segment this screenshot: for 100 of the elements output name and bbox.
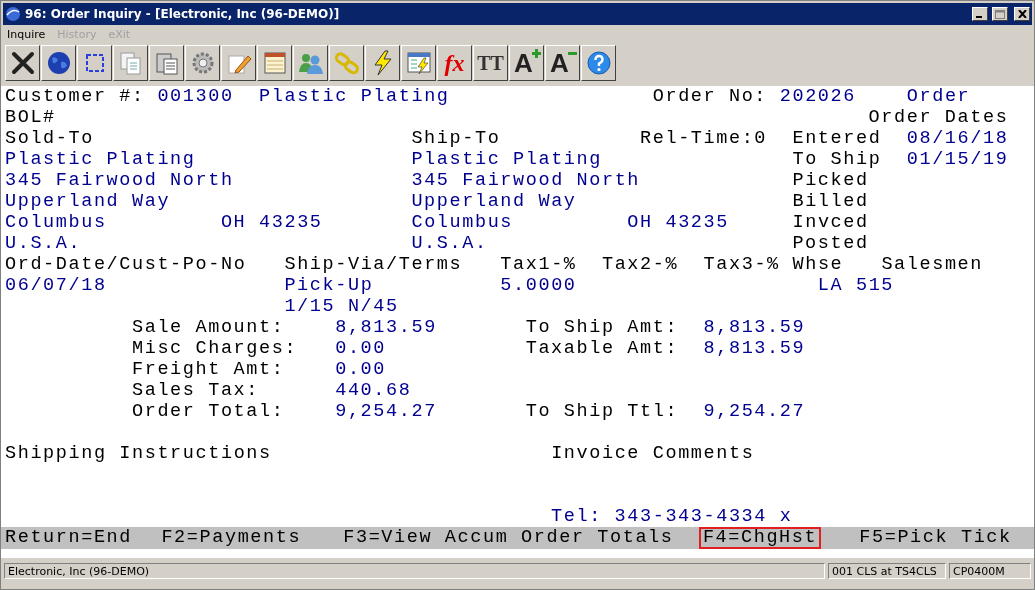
field-value: Plastic Plating bbox=[5, 149, 196, 170]
field-value: Plastic Plating bbox=[411, 149, 602, 170]
function-key[interactable]: F4=ChgHst bbox=[698, 527, 822, 549]
globe-icon bbox=[45, 50, 72, 76]
field-label: To Ship bbox=[792, 149, 882, 170]
toolbar-button[interactable] bbox=[5, 45, 40, 81]
toolbar-button[interactable] bbox=[221, 45, 256, 81]
field-label: Sales Tax: bbox=[132, 380, 260, 401]
field-value: Upperland Way bbox=[5, 191, 171, 212]
field-value: 5.0000 bbox=[500, 275, 577, 296]
maximize-button[interactable] bbox=[992, 7, 1008, 21]
function-key[interactable]: F5=Pick Tick bbox=[855, 527, 1016, 549]
maximize-icon bbox=[995, 9, 1005, 19]
window-title: 96: Order Inquiry - [Electronic, Inc (96-DEMO)] bbox=[25, 7, 341, 21]
field-value: 08/16/18 bbox=[906, 128, 1009, 149]
status-panel: Electronic, Inc (96-DEMO) bbox=[4, 563, 825, 579]
font-icon: TT bbox=[477, 53, 504, 73]
field-value: 8,813.59 bbox=[703, 338, 806, 359]
field-value: LA 515 bbox=[817, 275, 895, 296]
field-label: Order Dates bbox=[868, 107, 1009, 128]
field-value: Columbus bbox=[411, 212, 514, 233]
field-label: Ship-To bbox=[411, 128, 501, 149]
field-value: 0.00 bbox=[335, 359, 387, 380]
field-value: Plastic Plating bbox=[259, 86, 450, 107]
field-label: BOL# bbox=[5, 107, 56, 128]
field-label: Taxable Amt: bbox=[525, 338, 679, 359]
field-label: Billed bbox=[792, 191, 869, 212]
selection-icon bbox=[83, 52, 106, 74]
status-panel: 001 CLS at TS4CLS bbox=[828, 563, 946, 579]
field-label: Rel-Time:0 bbox=[640, 128, 768, 149]
field-value: Pick-Up bbox=[284, 275, 374, 296]
field-value: 9,254.27 bbox=[335, 401, 437, 422]
field-label: Sold-To bbox=[5, 128, 94, 149]
field-value: 9,254.27 bbox=[703, 401, 806, 422]
help-icon bbox=[585, 50, 612, 76]
toolbar-button[interactable] bbox=[113, 45, 148, 81]
field-value: U.S.A. bbox=[5, 233, 82, 254]
field-label: Shipping Instructions bbox=[5, 443, 272, 464]
function-key[interactable]: Return=End bbox=[1, 527, 137, 549]
field-label: Posted bbox=[792, 233, 869, 254]
copy-icon bbox=[117, 50, 144, 76]
window-lightning-icon bbox=[405, 50, 432, 76]
close-button[interactable] bbox=[1014, 7, 1030, 21]
toolbar-button[interactable] bbox=[401, 45, 436, 81]
field-value: U.S.A. bbox=[411, 233, 488, 254]
field-label: Tax3-% bbox=[703, 254, 780, 275]
close-icon bbox=[9, 50, 36, 76]
menu-item[interactable]: Inquire bbox=[7, 27, 46, 41]
field-value: 001300 bbox=[157, 86, 234, 107]
close-icon bbox=[1017, 10, 1027, 18]
chain-icon bbox=[333, 50, 360, 76]
field-label: Invoice Comments bbox=[551, 443, 755, 464]
field-value: 202026 bbox=[779, 86, 856, 107]
field-value: 0.00 bbox=[335, 338, 387, 359]
toolbar-button[interactable] bbox=[329, 45, 364, 81]
field-value: OH 43235 bbox=[220, 212, 323, 233]
function-icon: fx bbox=[444, 51, 465, 75]
field-label: Customer #: bbox=[5, 86, 145, 107]
field-label: Whse bbox=[792, 254, 844, 275]
field-label: Order No: bbox=[652, 86, 768, 107]
field-value: Order bbox=[906, 86, 971, 107]
function-key[interactable]: F2=Payments bbox=[157, 527, 306, 549]
field-label: Ship-Via/Terms bbox=[284, 254, 463, 275]
field-value: 8,813.59 bbox=[703, 317, 806, 338]
field-value: OH 43235 bbox=[627, 212, 729, 233]
field-label: Ord-Date/Cust-Po-No bbox=[5, 254, 247, 275]
globe-icon bbox=[5, 6, 21, 22]
field-value: 01/15/19 bbox=[906, 149, 1009, 170]
clipboard-icon bbox=[153, 50, 180, 76]
field-value: 345 Fairwood North bbox=[411, 170, 641, 191]
field-value: 06/07/18 bbox=[5, 275, 107, 296]
ledger-icon bbox=[261, 50, 288, 76]
field-value: 440.68 bbox=[335, 380, 412, 401]
field-value: Tel: 343-343-4334 x bbox=[551, 506, 793, 527]
field-label: Order Total: bbox=[132, 401, 285, 422]
toolbar-button[interactable] bbox=[77, 45, 112, 81]
field-label: Sale Amount: bbox=[132, 317, 285, 338]
field-label: To Ship Ttl: bbox=[525, 401, 679, 422]
toolbar-button[interactable] bbox=[185, 45, 220, 81]
toolbar-button[interactable] bbox=[293, 45, 328, 81]
toolbar-button[interactable] bbox=[41, 45, 76, 81]
minimize-button[interactable] bbox=[972, 7, 988, 21]
status-panel: CP0400M bbox=[949, 563, 1031, 579]
field-label: Freight Amt: bbox=[132, 359, 285, 380]
field-label: Invced bbox=[792, 212, 869, 233]
toolbar-button[interactable] bbox=[149, 45, 184, 81]
field-value: 345 Fairwood North bbox=[5, 170, 234, 191]
toolbar-button[interactable] bbox=[365, 45, 400, 81]
toolbar-button[interactable]: TT bbox=[473, 45, 508, 81]
field-value: Columbus bbox=[5, 212, 107, 233]
field-label: Tax2-% bbox=[601, 254, 679, 275]
field-label: Entered bbox=[792, 128, 882, 149]
toolbar-button[interactable] bbox=[581, 45, 616, 81]
field-label: Tax1-% bbox=[500, 254, 577, 275]
field-label: To Ship Amt: bbox=[525, 317, 679, 338]
function-key[interactable]: F3=View Accum Order Totals bbox=[339, 527, 678, 549]
field-label: Picked bbox=[792, 170, 869, 191]
toolbar-button[interactable] bbox=[257, 45, 292, 81]
field-label: Misc Charges: bbox=[132, 338, 298, 359]
field-value: 1/15 N/45 bbox=[284, 296, 399, 317]
